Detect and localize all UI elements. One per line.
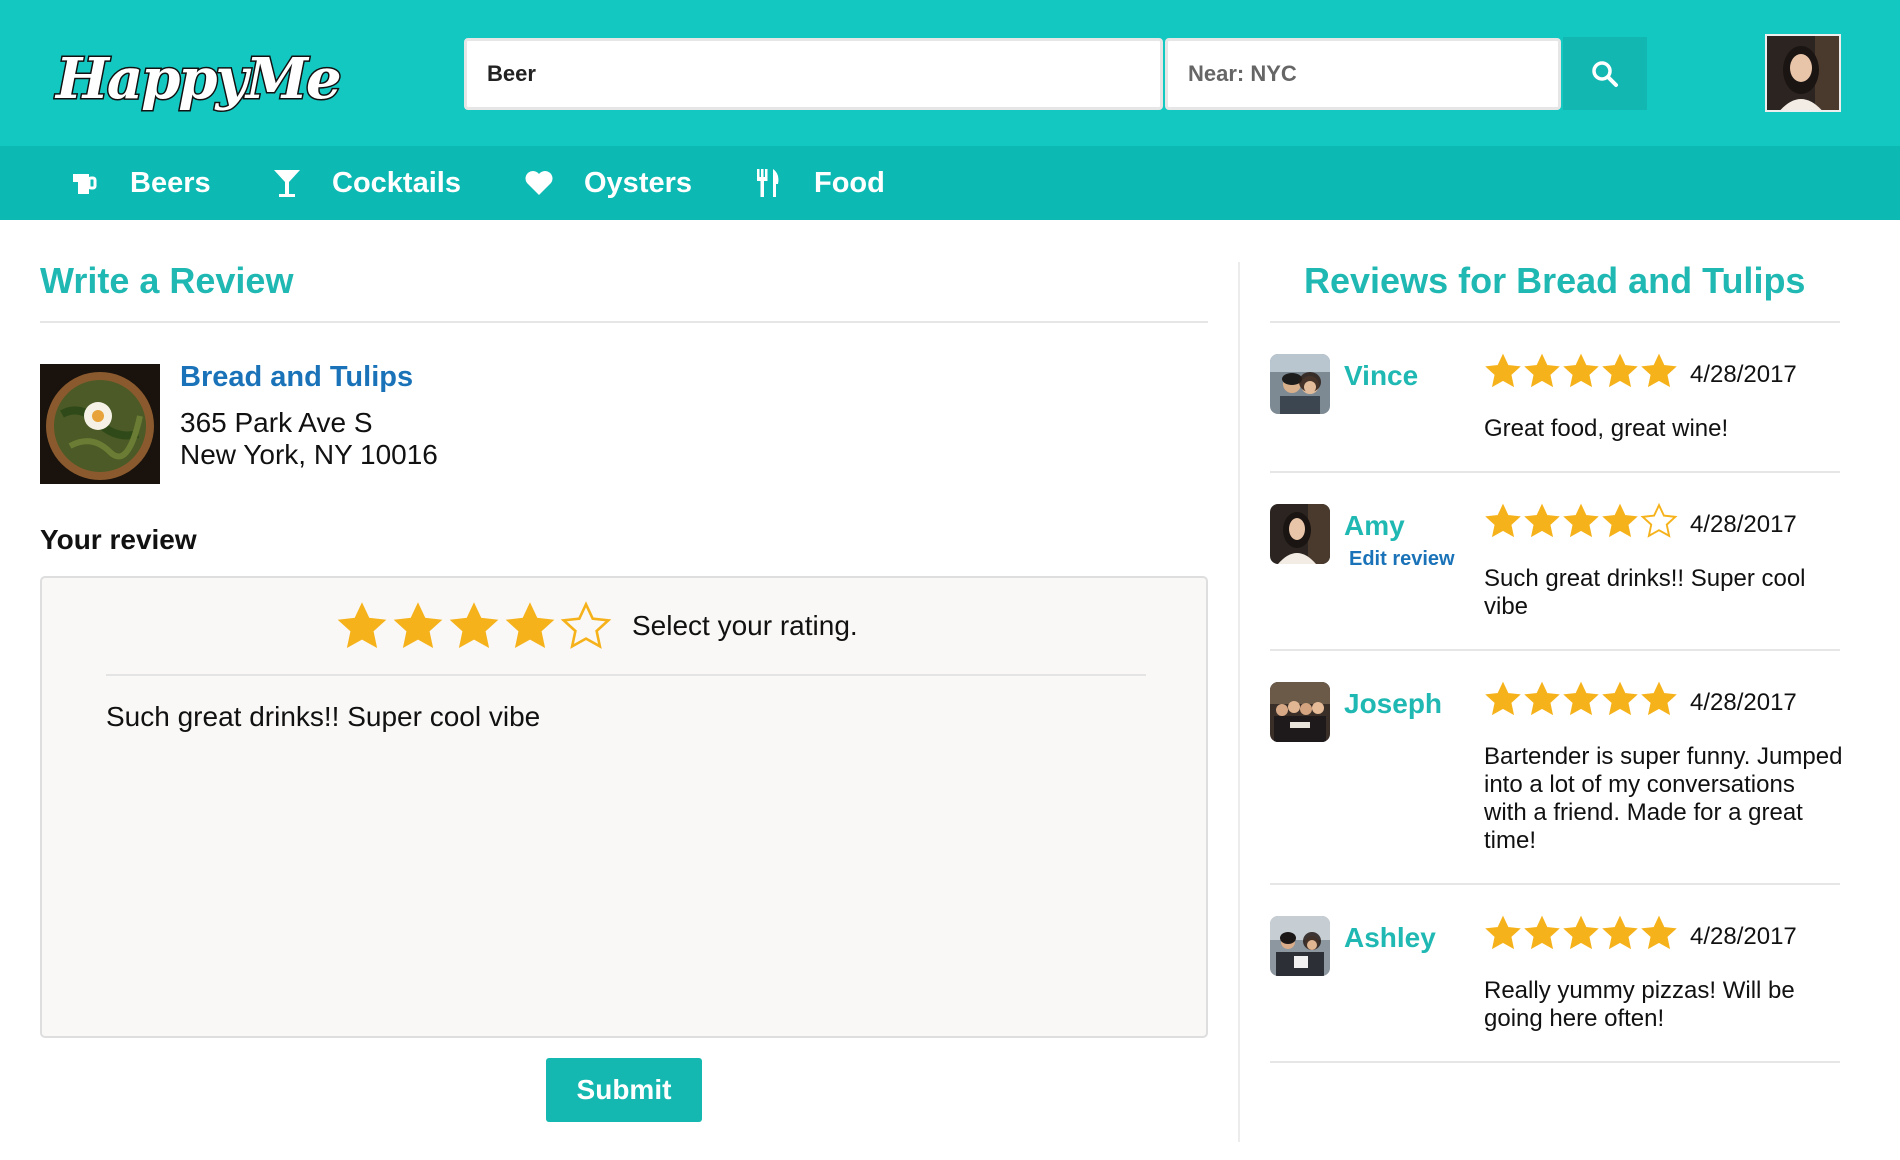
reviewer-name-link[interactable]: Joseph [1344, 688, 1442, 720]
beer-mug-icon [70, 168, 100, 198]
top-header: HappyMe [0, 0, 1900, 146]
cocktail-glass-icon [272, 168, 302, 198]
review-star-rating [1484, 352, 1678, 390]
reviews-title: Reviews for Bread and Tulips [1304, 260, 1806, 301]
review-star-rating [1484, 502, 1678, 540]
nav-item-cocktails[interactable]: Cocktails [272, 146, 461, 220]
star-filled-icon [1602, 915, 1638, 950]
star-filled-icon[interactable] [448, 600, 500, 652]
star-filled-icon[interactable] [504, 600, 556, 652]
nav-item-oysters[interactable]: Oysters [524, 146, 692, 220]
business-name-link[interactable]: Bread and Tulips [180, 361, 413, 394]
star-filled-icon [1563, 915, 1599, 950]
star-filled-icon [1524, 353, 1560, 388]
divider [106, 674, 1146, 676]
reviewer-avatar[interactable] [1270, 682, 1330, 742]
business-address-line2: New York, NY 10016 [180, 439, 438, 470]
review-star-rating [1484, 914, 1678, 952]
star-filled-icon [1485, 915, 1521, 950]
star-filled-icon [1641, 681, 1677, 716]
star-filled-icon [1602, 681, 1638, 716]
reviewer-name-link[interactable]: Amy [1344, 510, 1405, 542]
review-date: 4/28/2017 [1690, 923, 1797, 950]
star-empty-icon [1640, 502, 1678, 538]
nav-item-food[interactable]: Food [754, 146, 885, 220]
review-date: 4/28/2017 [1690, 511, 1797, 538]
star-filled-icon [1524, 503, 1560, 538]
review-form-box: Select your rating. Such great drinks!! … [40, 576, 1208, 1038]
nav-item-label: Cocktails [332, 166, 461, 199]
fork-knife-icon [754, 168, 784, 198]
review-text: Really yummy pizzas! Will be going here … [1484, 977, 1795, 1032]
review-text: Bartender is super funny. Jumped into a … [1484, 743, 1843, 854]
column-divider [1238, 262, 1240, 1142]
write-review-title: Write a Review [40, 260, 294, 301]
svg-text:HappyMe: HappyMe [54, 46, 340, 112]
star-filled-icon [1563, 503, 1599, 538]
review-star-rating [1484, 680, 1678, 718]
submit-button[interactable]: Submit [546, 1058, 702, 1122]
reviewer-name-link[interactable]: Vince [1344, 360, 1418, 392]
star-filled-icon [1641, 915, 1677, 950]
divider [1270, 321, 1840, 323]
star-filled-icon[interactable] [336, 600, 388, 652]
star-filled-icon [1485, 353, 1521, 388]
star-filled-icon [1524, 681, 1560, 716]
star-filled-icon [1485, 503, 1521, 538]
divider [1270, 1061, 1840, 1063]
divider [40, 321, 1208, 323]
business-thumbnail[interactable] [40, 364, 160, 484]
star-filled-icon [1641, 353, 1677, 388]
edit-review-link[interactable]: Edit review [1349, 548, 1455, 571]
nav-item-label: Food [814, 166, 885, 199]
search-input[interactable] [464, 38, 1163, 110]
search-button[interactable] [1563, 37, 1647, 110]
heart-icon [524, 168, 554, 198]
rating-selector: Select your rating. [336, 598, 858, 654]
star-filled-icon [1563, 353, 1599, 388]
reviewer-avatar[interactable] [1270, 916, 1330, 976]
divider [1270, 471, 1840, 473]
business-address-line1: 365 Park Ave S [180, 407, 373, 438]
nav-item-label: Beers [130, 166, 211, 199]
location-input[interactable] [1165, 38, 1561, 110]
divider [1270, 649, 1840, 651]
star-empty-icon[interactable] [560, 600, 612, 652]
star-filled-icon [1563, 681, 1599, 716]
star-filled-icon [1602, 353, 1638, 388]
review-text: Such great drinks!! Super cool vibe [1484, 565, 1806, 620]
star-filled-icon [1485, 681, 1521, 716]
reviewer-name-link[interactable]: Ashley [1344, 922, 1436, 954]
review-date: 4/28/2017 [1690, 689, 1797, 716]
review-date: 4/28/2017 [1690, 361, 1797, 388]
nav-item-label: Oysters [584, 166, 693, 199]
nav-item-beers[interactable]: Beers [70, 146, 211, 220]
your-review-label: Your review [40, 524, 197, 555]
star-filled-icon [1524, 915, 1560, 950]
star-filled-icon [1602, 503, 1638, 538]
star-filled-icon[interactable] [392, 600, 444, 652]
review-textarea[interactable]: Such great drinks!! Super cool vibe [106, 700, 1146, 1010]
search-icon [1592, 60, 1618, 87]
review-text: Great food, great wine! [1484, 415, 1729, 442]
divider [1270, 883, 1840, 885]
user-avatar[interactable] [1765, 34, 1841, 112]
star-rating-input[interactable] [336, 600, 612, 652]
rating-hint: Select your rating. [632, 610, 858, 641]
category-nav: Beers Cocktails Oysters Food [0, 146, 1900, 220]
reviewer-avatar[interactable] [1270, 354, 1330, 414]
happyme-logo[interactable]: HappyMe [52, 28, 343, 138]
reviewer-avatar[interactable] [1270, 504, 1330, 564]
